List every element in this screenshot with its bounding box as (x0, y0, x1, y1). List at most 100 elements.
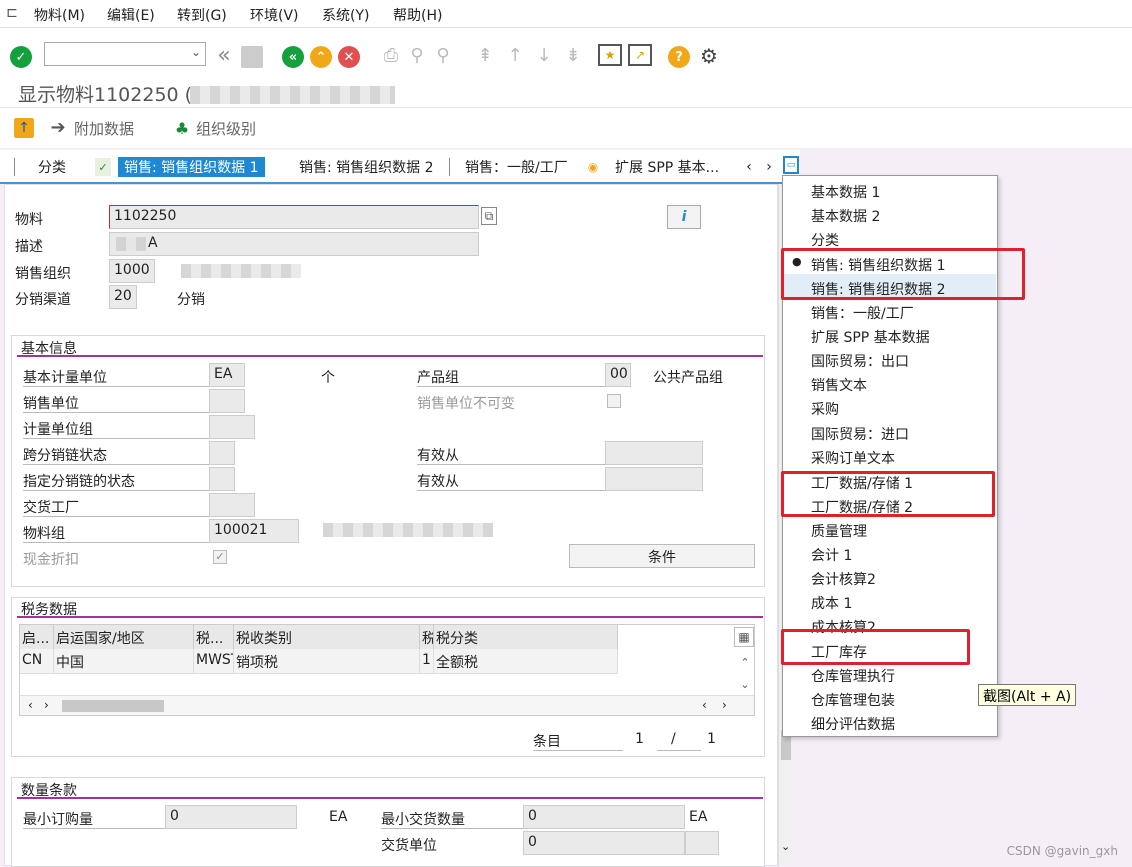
menu-system[interactable]: 系统(Y) (322, 5, 369, 25)
sales-unit-fixed-checkbox[interactable] (607, 394, 621, 408)
dropdown-item-classification[interactable]: 分类 (811, 230, 839, 250)
dropdown-item-basic-2[interactable]: 基本数据 2 (811, 206, 880, 226)
additional-data-button[interactable]: 附加数据 (74, 118, 134, 139)
arrow-right-icon[interactable]: ➔ (48, 116, 68, 138)
tab-sales-general[interactable]: 销售：一般/工厂 (465, 157, 568, 177)
scroll-left-icon[interactable]: ‹ (28, 698, 33, 712)
print-icon[interactable]: ⎙ (380, 44, 402, 66)
save-icon[interactable] (241, 46, 263, 68)
copy-icon[interactable]: ⧉ (481, 207, 497, 225)
dropdown-item-quality[interactable]: 质量管理 (811, 521, 867, 541)
org-levels-icon[interactable]: ♣ (172, 118, 192, 138)
dropdown-item-purchasing[interactable]: 采购 (811, 399, 839, 419)
dropdown-item-sales-text[interactable]: 销售文本 (811, 375, 867, 395)
menu-material[interactable]: 物料(M) (34, 5, 85, 25)
base-uom-field[interactable]: EA (209, 363, 245, 387)
double-left-icon[interactable]: « (213, 43, 235, 68)
cancel-icon[interactable]: ✕ (338, 46, 360, 68)
sales-org-field[interactable]: 1000 (109, 259, 155, 283)
menu-help[interactable]: 帮助(H) (393, 5, 442, 25)
dropdown-item-sales-general[interactable]: 销售：一般/工厂 (811, 303, 914, 323)
valid-from-field-1[interactable] (605, 441, 703, 465)
table-settings-icon[interactable]: ▦ (734, 627, 754, 647)
menu-edit[interactable]: 编辑(E) (107, 5, 155, 25)
find-next-icon[interactable]: ⚲ (432, 44, 454, 66)
command-field[interactable]: ⌄ (44, 42, 206, 66)
first-page-icon[interactable]: ⇞ (474, 44, 496, 66)
delivery-unit-field[interactable]: 0 (523, 831, 685, 855)
min-delivery-field[interactable]: 0 (523, 805, 685, 829)
find-icon[interactable]: ⚲ (406, 44, 428, 66)
table-row-empty[interactable] (20, 673, 618, 695)
highlight-plant-stock-item (781, 629, 970, 665)
help-icon[interactable]: ? (668, 46, 690, 68)
sap-menu-icon[interactable]: ⊏ (4, 5, 20, 21)
col-header-dep-country[interactable]: 启运国家/地区 (54, 625, 194, 649)
dropdown-item-foreign-trade-import[interactable]: 国际贸易：进口 (811, 424, 909, 444)
tab-list-icon[interactable]: ▭ (783, 156, 799, 174)
uom-group-field[interactable] (209, 415, 255, 439)
table-row[interactable]: CN 中国 MWST 销项税 1 全额税 (20, 649, 618, 673)
material-field[interactable]: 1102250 (109, 205, 479, 229)
scroll-down-icon[interactable]: ⌄ (738, 677, 752, 691)
tab-spp[interactable]: 扩展 SPP 基本... (615, 157, 719, 177)
col-header-tax-flag[interactable]: 税 (420, 625, 434, 649)
back-icon[interactable]: « (282, 46, 304, 68)
cross-chain-status-field[interactable] (209, 441, 235, 465)
col-header-tax-class[interactable]: 税分类 (434, 625, 618, 649)
delivering-plant-field[interactable] (209, 493, 255, 517)
scroll-left-icon[interactable]: ‹ (702, 698, 707, 712)
other-material-icon[interactable]: ↑ (14, 118, 34, 138)
scroll-thumb[interactable] (62, 700, 164, 712)
col-header-tax-short[interactable]: 税... (194, 625, 234, 649)
sales-unit-field[interactable] (209, 389, 245, 413)
dropdown-item-split-valuation[interactable]: 细分评估数据 (811, 714, 895, 734)
delivery-unit-label: 交货单位 (381, 838, 437, 854)
dropdown-item-wm-execution[interactable]: 仓库管理执行 (811, 666, 895, 686)
col-header-tax-category[interactable]: 税收类别 (234, 625, 420, 649)
horizontal-scrollbar[interactable]: ‹ › ‹ › (20, 695, 754, 715)
org-levels-button[interactable]: 组织级别 (196, 118, 256, 139)
settings-gear-icon[interactable]: ⚙ (697, 44, 721, 68)
scroll-right-icon[interactable]: › (44, 698, 49, 712)
exit-icon[interactable]: ⌃ (310, 46, 332, 68)
toolbar: ✓ ⌄ « « ⌃ ✕ ⎙ ⚲ ⚲ ⇞ ↑ ↓ ⇟ ★ ↗ ? ⚙ (0, 28, 1132, 70)
chevron-down-icon[interactable]: ⌄ (191, 45, 201, 59)
dropdown-item-wm-packaging[interactable]: 仓库管理包装 (811, 690, 895, 710)
menu-environment[interactable]: 环境(V) (250, 5, 299, 25)
description-field[interactable]: A (109, 232, 479, 256)
next-page-icon[interactable]: ↓ (533, 44, 555, 66)
tab-scroll-left-icon[interactable]: ‹ (742, 158, 756, 176)
dropdown-item-accounting-1[interactable]: 会计 1 (811, 545, 852, 565)
min-order-field[interactable]: 0 (165, 805, 297, 829)
dropdown-item-foreign-trade-export[interactable]: 国际贸易：出口 (811, 351, 909, 371)
prev-page-icon[interactable]: ↑ (504, 44, 526, 66)
enter-check-icon[interactable]: ✓ (10, 46, 32, 68)
dropdown-item-po-text[interactable]: 采购订单文本 (811, 448, 895, 468)
scroll-down-icon[interactable]: ⌄ (781, 840, 790, 853)
col-header-dep-country-short[interactable]: 启... (20, 625, 54, 649)
shortcut-icon[interactable]: ↗ (628, 44, 652, 66)
tab-scroll-right-icon[interactable]: › (762, 158, 776, 176)
last-page-icon[interactable]: ⇟ (562, 44, 584, 66)
scroll-right-icon[interactable]: › (722, 698, 727, 712)
dropdown-item-costing-1[interactable]: 成本 1 (811, 593, 852, 613)
tab-classification[interactable]: 分类 (38, 157, 66, 177)
delivery-unit-extra-field[interactable] (685, 831, 719, 855)
menu-goto[interactable]: 转到(G) (177, 5, 227, 25)
product-group-field[interactable]: 00 (605, 363, 631, 387)
material-group-field[interactable]: 100021 (209, 519, 299, 543)
dropdown-item-accounting-2[interactable]: 会计核算2 (811, 569, 876, 589)
new-session-icon[interactable]: ★ (598, 44, 622, 66)
dropdown-item-spp[interactable]: 扩展 SPP 基本数据 (811, 327, 930, 347)
chain-status-field[interactable] (209, 467, 235, 491)
conditions-button[interactable]: 条件 (569, 544, 755, 568)
scroll-up-icon[interactable]: ⌃ (738, 655, 752, 669)
channel-field[interactable]: 20 (109, 285, 137, 309)
tab-sales-org-1[interactable]: 销售: 销售组织数据 1 (118, 157, 265, 177)
info-icon[interactable]: i (667, 205, 701, 229)
valid-from-field-2[interactable] (605, 467, 703, 491)
cash-discount-checkbox[interactable]: ✓ (213, 550, 227, 564)
tab-sales-org-2[interactable]: 销售: 销售组织数据 2 (299, 157, 434, 177)
dropdown-item-basic-1[interactable]: 基本数据 1 (811, 182, 880, 202)
